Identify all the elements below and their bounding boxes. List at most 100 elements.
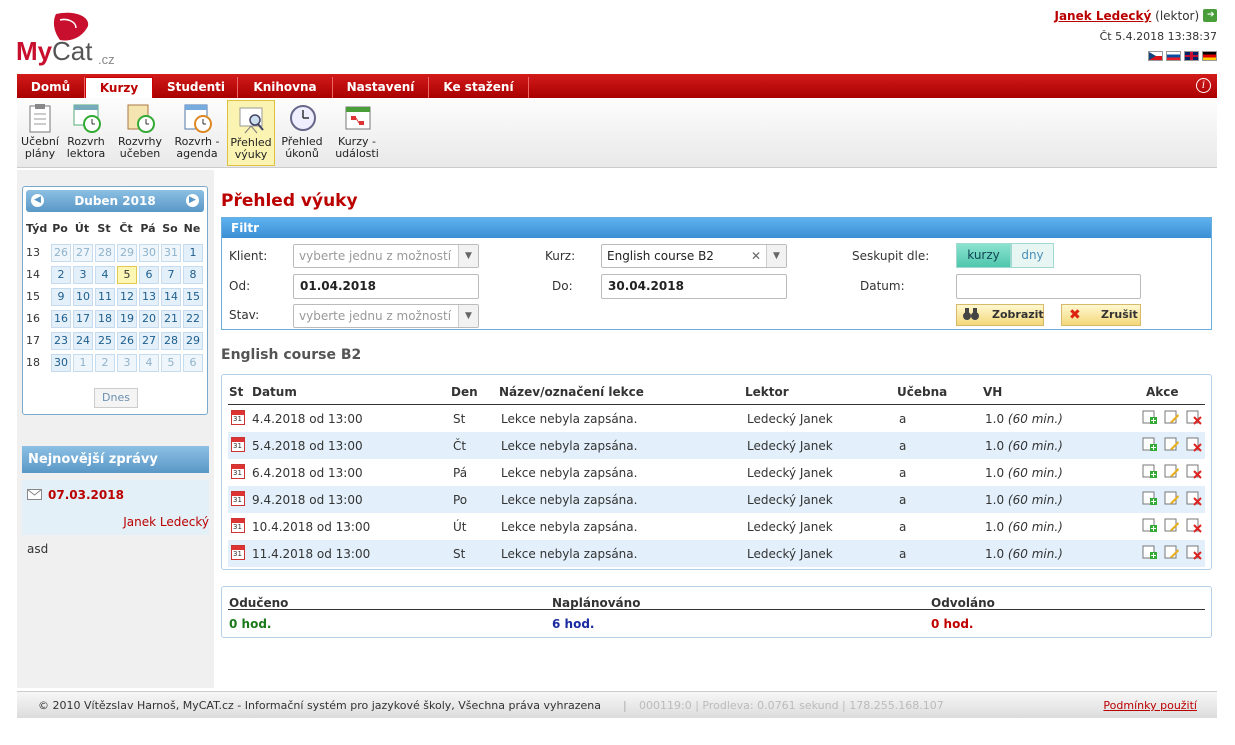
state-select[interactable]: vyberte jednu z možností ▼	[293, 304, 479, 328]
delete-lesson-icon[interactable]	[1186, 436, 1202, 452]
calendar-day[interactable]: 27	[73, 244, 93, 262]
tab-ke-stazeni[interactable]: Ke stažení	[429, 77, 529, 98]
calendar-day[interactable]: 14	[161, 288, 181, 306]
calendar-day[interactable]: 25	[95, 332, 115, 350]
show-button[interactable]: Zobrazit	[956, 304, 1044, 326]
calendar-day[interactable]: 2	[51, 266, 71, 284]
calendar-day[interactable]: 22	[183, 310, 203, 328]
calendar-day[interactable]: 4	[95, 266, 115, 284]
flag-gb-icon[interactable]	[1184, 51, 1199, 61]
calendar-day[interactable]: 7	[161, 266, 181, 284]
calendar-day[interactable]: 2	[95, 354, 115, 372]
tab-domu[interactable]: Domů	[17, 77, 85, 98]
add-lesson-icon[interactable]	[1142, 463, 1158, 479]
add-lesson-icon[interactable]	[1142, 517, 1158, 533]
next-month-icon[interactable]: ▶	[186, 194, 199, 207]
edit-lesson-icon[interactable]	[1164, 409, 1180, 425]
group-option-dny[interactable]: dny	[1011, 243, 1054, 268]
calendar-day[interactable]: 16	[51, 310, 71, 328]
delete-lesson-icon[interactable]	[1186, 463, 1202, 479]
tool-rozvrh-agenda[interactable]: Rozvrh - agenda	[170, 100, 224, 166]
delete-lesson-icon[interactable]	[1186, 544, 1202, 560]
calendar-day[interactable]: 5	[161, 354, 181, 372]
calendar-day[interactable]: 1	[183, 244, 203, 262]
prev-month-icon[interactable]: ◀	[31, 194, 44, 207]
calendar-day[interactable]: 29	[117, 244, 137, 262]
calendar-day[interactable]: 5	[117, 266, 137, 284]
terms-link[interactable]: Podmínky použití	[1103, 692, 1197, 719]
tab-studenti[interactable]: Studenti	[155, 77, 238, 98]
tool-kurzy-udalosti[interactable]: Kurzy - události	[331, 100, 383, 166]
planned-value: 6 hod.	[552, 617, 595, 631]
tool-rozvrh-lektora[interactable]: Rozvrh lektora	[63, 100, 109, 166]
calendar-day[interactable]: 13	[139, 288, 159, 306]
calendar-day[interactable]: 11	[95, 288, 115, 306]
tool-ucebni-plany[interactable]: Učební plány	[19, 100, 61, 166]
calendar-day[interactable]: 23	[51, 332, 71, 350]
user-name-link[interactable]: Janek Ledecký	[1054, 9, 1151, 23]
flag-de-icon[interactable]	[1202, 51, 1217, 61]
flag-sk-icon[interactable]	[1166, 51, 1181, 61]
tool-prehled-vyuky[interactable]: Přehled výuky	[227, 100, 275, 166]
tool-prehled-ukonu[interactable]: Přehled úkonů	[279, 100, 325, 166]
tab-kurzy[interactable]: Kurzy	[85, 77, 153, 98]
group-option-kurzy[interactable]: kurzy	[956, 243, 1011, 268]
edit-lesson-icon[interactable]	[1164, 544, 1180, 560]
calendar-day[interactable]: 15	[183, 288, 203, 306]
calendar-day[interactable]: 27	[139, 332, 159, 350]
delete-lesson-icon[interactable]	[1186, 517, 1202, 533]
edit-lesson-icon[interactable]	[1164, 517, 1180, 533]
calendar-day[interactable]: 26	[117, 332, 137, 350]
cancel-button[interactable]: ✖ Zrušit	[1061, 304, 1141, 326]
binoculars-icon	[962, 306, 980, 329]
calendar-day[interactable]: 10	[73, 288, 93, 306]
calendar-day[interactable]: 6	[139, 266, 159, 284]
edit-lesson-icon[interactable]	[1164, 463, 1180, 479]
add-lesson-icon[interactable]	[1142, 544, 1158, 560]
calendar-day[interactable]: 3	[73, 266, 93, 284]
client-select[interactable]: vyberte jednu z možností ▼	[293, 244, 479, 268]
today-button[interactable]: Dnes	[94, 388, 138, 408]
calendar-day[interactable]: 4	[139, 354, 159, 372]
calendar-day[interactable]: 30	[51, 354, 71, 372]
delete-lesson-icon[interactable]	[1186, 409, 1202, 425]
calendar-day[interactable]: 3	[117, 354, 137, 372]
tab-nastaveni[interactable]: Nastavení	[333, 77, 429, 98]
course-select[interactable]: English course B2 ✕ ▼	[601, 244, 787, 268]
add-lesson-icon[interactable]	[1142, 490, 1158, 506]
from-date-input[interactable]: 01.04.2018	[293, 274, 479, 299]
tool-rozvrhy-uceben[interactable]: Rozvrhy učeben	[115, 100, 165, 166]
calendar-day[interactable]: 8	[183, 266, 203, 284]
calendar-day[interactable]: 29	[183, 332, 203, 350]
calendar-day[interactable]: 24	[73, 332, 93, 350]
calendar-day[interactable]: 28	[95, 244, 115, 262]
calendar-day[interactable]: 9	[51, 288, 71, 306]
calendar-day[interactable]: 18	[95, 310, 115, 328]
edit-lesson-icon[interactable]	[1164, 436, 1180, 452]
logout-icon[interactable]: ➔	[1203, 9, 1217, 22]
calendar-day[interactable]: 12	[117, 288, 137, 306]
weekday-header: Po	[52, 222, 68, 235]
calendar-day[interactable]: 21	[161, 310, 181, 328]
calendar-day[interactable]: 28	[161, 332, 181, 350]
info-icon[interactable]: i	[1196, 78, 1211, 93]
calendar-day[interactable]: 1	[73, 354, 93, 372]
calendar-day[interactable]: 6	[183, 354, 203, 372]
calendar-day[interactable]: 17	[73, 310, 93, 328]
edit-lesson-icon[interactable]	[1164, 490, 1180, 506]
delete-lesson-icon[interactable]	[1186, 490, 1202, 506]
calendar-day[interactable]: 26	[51, 244, 71, 262]
add-lesson-icon[interactable]	[1142, 436, 1158, 452]
clear-icon[interactable]: ✕	[751, 245, 761, 267]
cell-date: 9.4.2018 od 13:00	[252, 493, 363, 507]
calendar-day[interactable]: 31	[161, 244, 181, 262]
calendar-day[interactable]: 30	[139, 244, 159, 262]
calendar-day[interactable]: 20	[139, 310, 159, 328]
add-lesson-icon[interactable]	[1142, 409, 1158, 425]
to-date-input[interactable]: 30.04.2018	[601, 274, 787, 299]
date-input[interactable]	[956, 274, 1141, 299]
tab-knihovna[interactable]: Knihovna	[238, 77, 333, 98]
calendar-day[interactable]: 19	[117, 310, 137, 328]
flag-cz-icon[interactable]	[1148, 51, 1163, 61]
mycat-logo[interactable]: My Cat .cz	[16, 8, 126, 70]
